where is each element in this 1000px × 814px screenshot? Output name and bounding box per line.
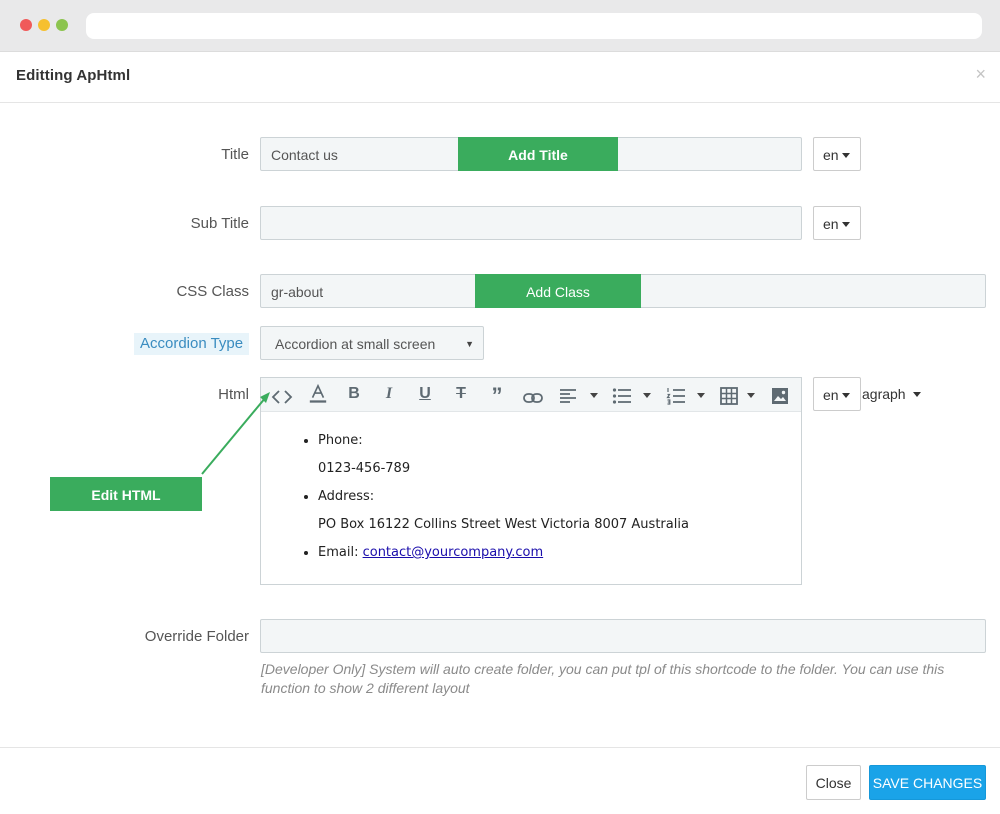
close-icon[interactable]: × [975, 64, 986, 85]
list-item: Address: [318, 488, 801, 506]
chevron-down-icon[interactable] [643, 393, 651, 398]
accordion-type-value: Accordion at small screen [275, 336, 436, 352]
list-item: Phone: [318, 432, 801, 450]
chevron-down-icon: ▼ [465, 339, 474, 349]
override-folder-label: Override Folder [144, 628, 249, 645]
override-folder-input[interactable] [260, 619, 986, 653]
html-lang-value: en [823, 387, 839, 403]
chevron-down-icon[interactable] [747, 393, 755, 398]
blockquote-icon[interactable]: ” [489, 383, 505, 408]
window-minimize-dot[interactable] [38, 19, 50, 31]
underline-icon[interactable]: U [418, 385, 432, 405]
address-label: Address: [318, 489, 375, 504]
paragraph-label: agraph [862, 386, 906, 402]
chevron-down-icon [912, 392, 921, 397]
subtitle-lang-value: en [823, 216, 839, 232]
help-text: [Developer Only] System will auto create… [261, 661, 945, 696]
accordion-type-label: Accordion Type [134, 333, 250, 355]
table-icon[interactable] [720, 386, 738, 406]
chevron-down-icon[interactable] [590, 393, 598, 398]
bold-icon[interactable]: B [347, 385, 361, 405]
html-lang-dropdown[interactable]: en [813, 377, 861, 411]
subtitle-label: Sub Title [190, 215, 249, 232]
subtitle-lang-dropdown[interactable]: en [813, 206, 861, 240]
align-icon[interactable] [559, 386, 577, 406]
paragraph-format-dropdown[interactable]: agraph [862, 386, 921, 402]
code-view-icon[interactable] [271, 387, 293, 407]
font-color-icon[interactable] [308, 384, 328, 404]
chevron-down-icon [841, 222, 850, 227]
add-title-callout: Add Title [458, 137, 618, 171]
title-lang-value: en [823, 147, 839, 163]
save-changes-button[interactable]: SAVE CHANGES [869, 765, 986, 800]
email-link[interactable]: contact@yourcompany.com [363, 545, 544, 560]
address-bar[interactable] [86, 13, 982, 39]
close-button[interactable]: Close [806, 765, 861, 800]
chevron-down-icon[interactable] [697, 393, 705, 398]
css-class-label: CSS Class [176, 283, 249, 300]
chevron-down-icon [841, 153, 850, 158]
email-label: Email: [318, 545, 359, 560]
browser-chrome [0, 0, 1000, 52]
edit-html-callout: Edit HTML [50, 477, 202, 511]
chevron-down-icon [841, 393, 850, 398]
html-editor[interactable]: B I U T ” Phone: 0123-456-789 Address: P… [260, 377, 802, 585]
phone-label: Phone: [318, 433, 363, 448]
editor-toolbar: B I U T ” [261, 378, 801, 412]
window-maximize-dot[interactable] [56, 19, 68, 31]
contact-list: Email: contact@yourcompany.com [261, 544, 801, 562]
link-icon[interactable] [523, 388, 543, 408]
modal-header: Editting ApHtml × [0, 52, 1000, 103]
html-label: Html [218, 386, 249, 403]
list-item: Email: contact@yourcompany.com [318, 544, 801, 562]
phone-value: 0123-456-789 [318, 461, 411, 476]
add-class-callout: Add Class [475, 274, 641, 308]
image-icon[interactable] [771, 386, 789, 406]
title-lang-dropdown[interactable]: en [813, 137, 861, 171]
italic-icon[interactable]: I [382, 385, 396, 405]
subtitle-input[interactable] [260, 206, 802, 240]
contact-list: Address: [261, 488, 801, 506]
accordion-type-select[interactable]: Accordion at small screen ▼ [260, 326, 484, 360]
numbered-list-icon[interactable] [666, 386, 686, 406]
bullet-list-icon[interactable] [612, 386, 632, 406]
modal-title: Editting ApHtml [16, 67, 131, 84]
address-value: PO Box 16122 Collins Street West Victori… [318, 517, 689, 532]
window-close-dot[interactable] [20, 19, 32, 31]
strikethrough-icon[interactable]: T [453, 385, 469, 405]
contact-list: Phone: [261, 412, 801, 450]
title-label: Title [221, 146, 249, 163]
editor-content[interactable]: Phone: 0123-456-789 Address: PO Box 1612… [261, 412, 801, 562]
